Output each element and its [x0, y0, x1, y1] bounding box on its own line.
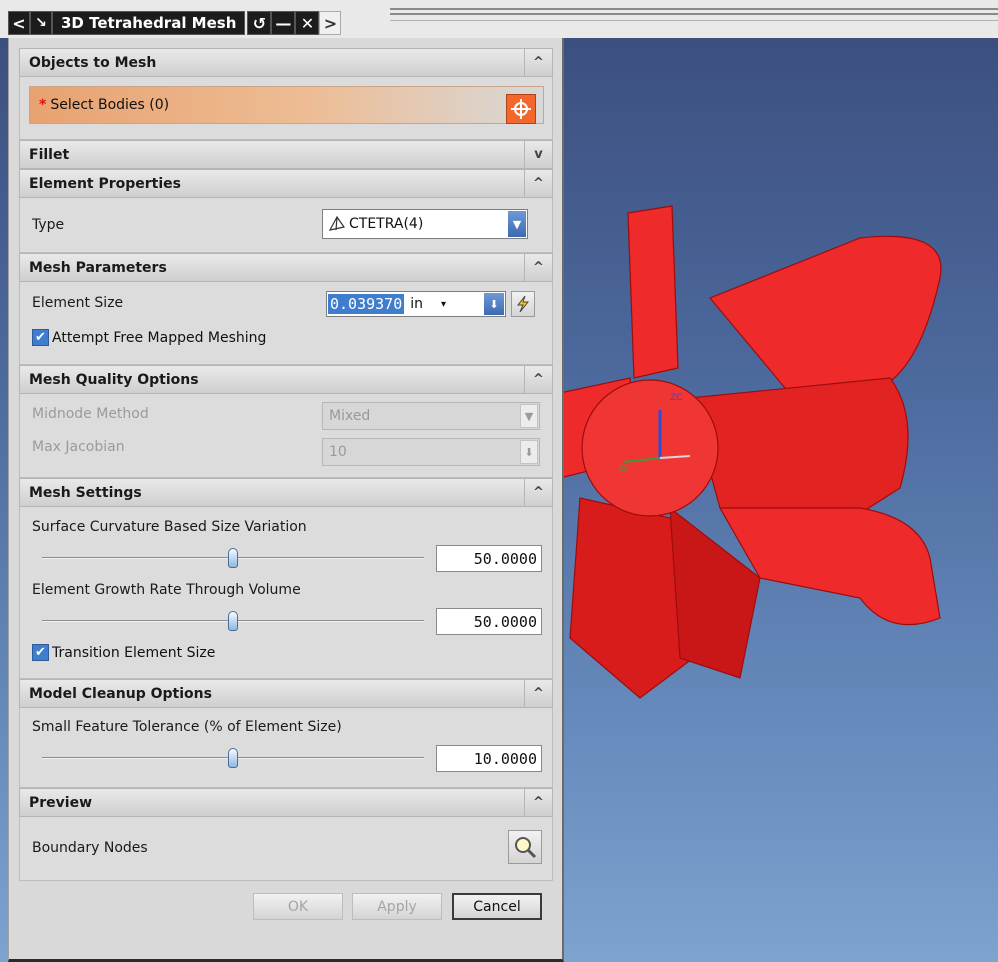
element-size-value[interactable]: 0.039370	[328, 294, 405, 314]
unit-label[interactable]: in	[410, 296, 423, 312]
type-value: CTETRA(4)	[349, 216, 424, 232]
max-jacobian-label: Max Jacobian	[32, 439, 125, 455]
section-mesh-parameters-header[interactable]: Mesh Parameters ^	[19, 253, 553, 282]
divider	[390, 13, 998, 15]
max-jacobian-value: 10	[329, 444, 347, 460]
section-preview-header[interactable]: Preview ^	[19, 788, 553, 817]
element-size-field[interactable]: 0.039370 in ▾ ⬇	[326, 291, 506, 317]
red-impeller-model[interactable]	[559, 205, 942, 699]
section-title: Mesh Quality Options	[29, 371, 199, 388]
section-title: Mesh Settings	[29, 484, 142, 501]
type-label: Type	[32, 217, 65, 233]
apply-button[interactable]: Apply	[352, 893, 442, 920]
collapse-icon[interactable]: ^	[524, 479, 552, 506]
section-fillet-header[interactable]: Fillet v	[19, 140, 553, 169]
close-button[interactable]: ✕	[295, 11, 320, 35]
max-jacobian-field: 10 ⬇	[322, 438, 540, 466]
check-icon[interactable]: ✔	[32, 644, 49, 661]
section-title: Fillet	[29, 146, 70, 163]
select-bodies-field[interactable]: * Select Bodies (0)	[29, 86, 544, 124]
crosshair-icon[interactable]	[506, 94, 536, 124]
slider-thumb[interactable]	[228, 548, 238, 568]
collapse-icon[interactable]: ^	[524, 170, 552, 197]
growth-label: Element Growth Rate Through Volume	[32, 582, 301, 598]
collapse-icon[interactable]: ^	[524, 789, 552, 816]
chevron-down-icon[interactable]: ▼	[508, 211, 526, 237]
section-mesh-settings-body: Surface Curvature Based Size Variation 5…	[19, 507, 553, 679]
section-mesh-settings-header[interactable]: Mesh Settings ^	[19, 478, 553, 507]
tetra-icon	[328, 215, 346, 231]
transition-label: Transition Element Size	[52, 644, 216, 661]
section-title: Element Properties	[29, 175, 181, 192]
section-element-properties-header[interactable]: Element Properties ^	[19, 169, 553, 198]
graphics-viewport[interactable]: ZC XC	[559, 38, 998, 962]
section-preview-body: Boundary Nodes	[19, 817, 553, 881]
dialog-title: 3D Tetrahedral Mesh	[52, 11, 246, 35]
collapse-icon[interactable]: ^	[524, 366, 552, 393]
section-model-cleanup-body: Small Feature Tolerance (% of Element Si…	[19, 708, 553, 788]
collapse-icon[interactable]: ^	[524, 49, 552, 76]
pin-icon[interactable]: ↘	[30, 11, 52, 35]
midnode-dropdown: Mixed ▼	[322, 402, 540, 430]
check-icon[interactable]: ✔	[32, 329, 49, 346]
forward-button[interactable]: >	[319, 11, 342, 35]
slider-thumb[interactable]	[228, 611, 238, 631]
svg-text:XC: XC	[618, 465, 630, 475]
dialog-footer: OK Apply Cancel	[19, 881, 553, 935]
model-view: ZC XC	[559, 205, 942, 699]
back-button[interactable]: <	[8, 11, 30, 35]
type-dropdown[interactable]: CTETRA(4) ▼	[322, 209, 528, 239]
boundary-nodes-label: Boundary Nodes	[32, 840, 148, 856]
divider	[390, 8, 998, 10]
select-bodies-label: Select Bodies (0)	[50, 97, 170, 113]
collapse-icon[interactable]: ^	[524, 254, 552, 281]
unit-dropdown-icon[interactable]: ▾	[441, 299, 446, 310]
divider	[390, 20, 998, 21]
section-objects-body: * Select Bodies (0)	[19, 77, 553, 140]
element-size-label: Element Size	[32, 295, 124, 311]
lightning-icon[interactable]	[511, 291, 535, 317]
down-arrow-icon[interactable]: ⬇	[484, 293, 504, 315]
section-title: Model Cleanup Options	[29, 685, 212, 702]
curvature-value-field[interactable]: 50.0000	[436, 545, 542, 572]
down-arrow-icon: ⬇	[520, 440, 538, 464]
minimize-button[interactable]: —	[271, 11, 296, 35]
mesh-dialog: Objects to Mesh ^ * Select Bodies (0) Fi…	[8, 38, 564, 962]
midnode-value: Mixed	[329, 408, 371, 424]
transition-checkbox[interactable]: ✔ Transition Element Size	[32, 644, 215, 661]
section-title: Mesh Parameters	[29, 259, 167, 276]
attempt-free-mapped-label: Attempt Free Mapped Meshing	[52, 329, 267, 346]
curvature-label: Surface Curvature Based Size Variation	[32, 519, 307, 535]
chevron-down-icon: ▼	[520, 404, 538, 428]
section-title: Objects to Mesh	[29, 54, 157, 71]
tolerance-value-field[interactable]: 10.0000	[436, 745, 542, 772]
attempt-free-mapped-checkbox[interactable]: ✔ Attempt Free Mapped Meshing	[32, 329, 266, 346]
ok-button[interactable]: OK	[253, 893, 343, 920]
tolerance-label: Small Feature Tolerance (% of Element Si…	[32, 719, 342, 735]
section-element-properties-body: Type CTETRA(4) ▼	[19, 198, 553, 253]
midnode-label: Midnode Method	[32, 406, 149, 422]
growth-value-field[interactable]: 50.0000	[436, 608, 542, 635]
section-mesh-quality-body: Midnode Method Mixed ▼ Max Jacobian 10 ⬇	[19, 394, 553, 478]
section-mesh-parameters-body: Element Size 0.039370 in ▾ ⬇ ✔ Attempt F…	[19, 282, 553, 365]
section-model-cleanup-header[interactable]: Model Cleanup Options ^	[19, 679, 553, 708]
cancel-button[interactable]: Cancel	[452, 893, 542, 920]
reset-button[interactable]: ↺	[247, 11, 272, 35]
required-mark: *	[39, 97, 47, 113]
expand-icon[interactable]: v	[524, 141, 552, 168]
section-objects-header[interactable]: Objects to Mesh ^	[19, 48, 553, 77]
tolerance-slider[interactable]	[42, 748, 424, 768]
preview-magnifier-icon[interactable]	[508, 830, 542, 864]
curvature-slider[interactable]	[42, 548, 424, 568]
section-mesh-quality-header[interactable]: Mesh Quality Options ^	[19, 365, 553, 394]
section-title: Preview	[29, 794, 93, 811]
dialog-titlebar: < ↘ 3D Tetrahedral Mesh ↺ — ✕ >	[8, 10, 390, 36]
growth-slider[interactable]	[42, 611, 424, 631]
slider-thumb[interactable]	[228, 748, 238, 768]
collapse-icon[interactable]: ^	[524, 680, 552, 707]
svg-text:ZC: ZC	[670, 393, 682, 403]
